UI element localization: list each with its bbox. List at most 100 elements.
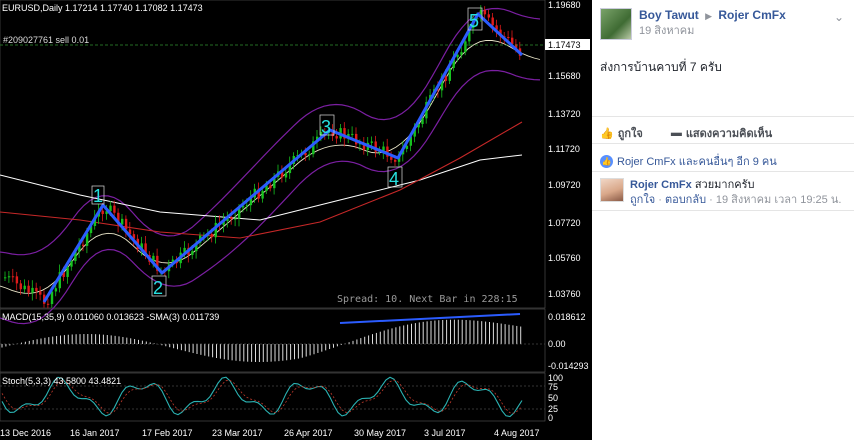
- divider: [592, 171, 854, 172]
- svg-text:23 Mar 2017: 23 Mar 2017: [212, 428, 263, 438]
- comment-label: แสดงความคิดเห็น: [685, 128, 773, 140]
- candle-body: [70, 260, 73, 267]
- svg-text:30 May 2017: 30 May 2017: [354, 428, 406, 438]
- candle-body: [7, 276, 11, 278]
- divider: [592, 210, 854, 211]
- candle-body: [23, 285, 26, 290]
- facebook-post: Boy Tawut ▶ Rojer CmFx 19 สิงหาคม ⌄ ส่งก…: [592, 0, 854, 440]
- svg-text:1.17473: 1.17473: [548, 40, 581, 50]
- svg-text:1.07720: 1.07720: [548, 218, 581, 228]
- svg-text:75: 75: [548, 382, 558, 392]
- svg-text:0.018612: 0.018612: [548, 312, 586, 322]
- like-reaction-icon: 👍: [600, 154, 613, 168]
- candle-body: [394, 159, 397, 162]
- svg-text:-0.014293: -0.014293: [548, 361, 589, 371]
- stoch-axis: 100 75 50 25 0: [548, 373, 563, 423]
- svg-text:26 Apr 2017: 26 Apr 2017: [284, 428, 333, 438]
- post-date[interactable]: 19 สิงหาคม: [639, 24, 786, 39]
- svg-text:5: 5: [469, 11, 479, 31]
- candle-body: [113, 205, 116, 213]
- comment-item: Rojer CmFx สวยมากครับ ถูกใจ · ตอบกลับ · …: [600, 178, 841, 208]
- comment-text: สวยมากครับ: [694, 179, 755, 191]
- svg-text:1.15680: 1.15680: [548, 71, 581, 81]
- candle-body: [101, 210, 104, 215]
- wave-label-1: 1: [91, 185, 105, 206]
- like-label: ถูกใจ: [617, 128, 643, 140]
- candle-body: [46, 303, 50, 305]
- candle-body: [507, 36, 510, 38]
- candle-body: [245, 205, 249, 207]
- spread-text: Spread: 10. Next Bar in 228:15: [337, 294, 518, 305]
- svg-text:0.00: 0.00: [548, 339, 566, 349]
- post-author-link[interactable]: Boy Tawut: [639, 8, 699, 22]
- stoch-label: Stoch(5,3,3) 43.5800 43.4821: [2, 376, 121, 386]
- candle-body: [448, 67, 451, 81]
- thumbs-up-icon: 👍: [600, 127, 614, 140]
- svg-text:3: 3: [321, 117, 331, 137]
- candle-body: [39, 291, 42, 295]
- svg-text:2: 2: [153, 278, 163, 298]
- comment-button[interactable]: ▬ แสดงความคิดเห็น: [671, 124, 786, 142]
- likes-summary[interactable]: 👍 Rojer CmFx และคนอื่นๆ อีก 9 คน: [600, 152, 777, 170]
- comment-reply-link[interactable]: ตอบกลับ: [665, 194, 706, 206]
- candle-body: [31, 287, 34, 293]
- candle-body: [19, 283, 22, 290]
- candle-body: [109, 205, 112, 212]
- candle-body: [15, 276, 19, 284]
- macd-label: MACD(15,35,9) 0.011060 0.013623 -SMA(3) …: [2, 312, 219, 322]
- candle-body: [27, 285, 30, 293]
- comment-time[interactable]: 19 สิงหาคม เวลา 19:25 น.: [716, 194, 842, 206]
- svg-text:1.03760: 1.03760: [548, 289, 581, 299]
- candle-body: [483, 9, 487, 15]
- arrow-right-icon: ▶: [705, 11, 713, 21]
- svg-text:4: 4: [389, 169, 399, 189]
- svg-text:1.11720: 1.11720: [548, 144, 580, 154]
- current-price-tag: 1.17473: [545, 39, 590, 50]
- svg-text:1.13720: 1.13720: [548, 109, 581, 119]
- candle-body: [460, 52, 463, 55]
- candle-body: [121, 218, 124, 225]
- candle-body: [351, 133, 354, 135]
- svg-text:50: 50: [548, 393, 558, 403]
- divider: [592, 116, 854, 117]
- candle-body: [230, 217, 233, 219]
- post-target-link[interactable]: Rojer CmFx: [718, 8, 785, 22]
- candle-body: [50, 291, 54, 305]
- candle-body: [335, 136, 338, 139]
- candle-body: [444, 76, 448, 81]
- comment-like-link[interactable]: ถูกใจ: [630, 194, 655, 206]
- like-button[interactable]: 👍 ถูกใจ: [600, 124, 657, 142]
- date-axis: 13 Dec 2016 16 Jan 2017 17 Feb 2017 23 M…: [0, 428, 540, 438]
- divider: [592, 143, 854, 144]
- candle-body: [464, 41, 467, 53]
- candle-body: [210, 234, 214, 238]
- candle-body: [370, 141, 373, 143]
- candle-body: [191, 251, 194, 255]
- svg-text:3 Jul 2017: 3 Jul 2017: [424, 428, 466, 438]
- candle-body: [11, 276, 15, 278]
- author-avatar[interactable]: [600, 8, 632, 40]
- candle-body: [124, 218, 128, 230]
- candle-body: [491, 17, 494, 26]
- svg-text:0: 0: [548, 413, 553, 423]
- candle-body: [234, 218, 237, 220]
- order-label: #209027761 sell 0.01: [3, 35, 89, 45]
- svg-text:1: 1: [93, 186, 103, 206]
- candle-body: [35, 287, 38, 292]
- candle-body: [54, 288, 58, 292]
- svg-text:16 Jan 2017: 16 Jan 2017: [70, 428, 120, 438]
- svg-text:13 Dec 2016: 13 Dec 2016: [0, 428, 51, 438]
- commenter-avatar[interactable]: [600, 178, 624, 202]
- svg-text:1.09720: 1.09720: [548, 180, 581, 190]
- candle-body: [308, 154, 311, 156]
- candle-body: [269, 185, 272, 189]
- candle-body: [82, 244, 85, 246]
- candle-body: [421, 118, 424, 125]
- candle-body: [284, 173, 288, 178]
- candle-body: [487, 14, 490, 18]
- likes-summary-text: Rojer CmFx และคนอื่นๆ อีก 9 คน: [617, 156, 777, 168]
- comment-author-link[interactable]: Rojer CmFx: [630, 179, 692, 191]
- symbol-header: EURUSD,Daily 1.17214 1.17740 1.17082 1.1…: [2, 3, 203, 13]
- chevron-down-icon[interactable]: ⌄: [834, 10, 844, 24]
- candle-body: [66, 266, 69, 277]
